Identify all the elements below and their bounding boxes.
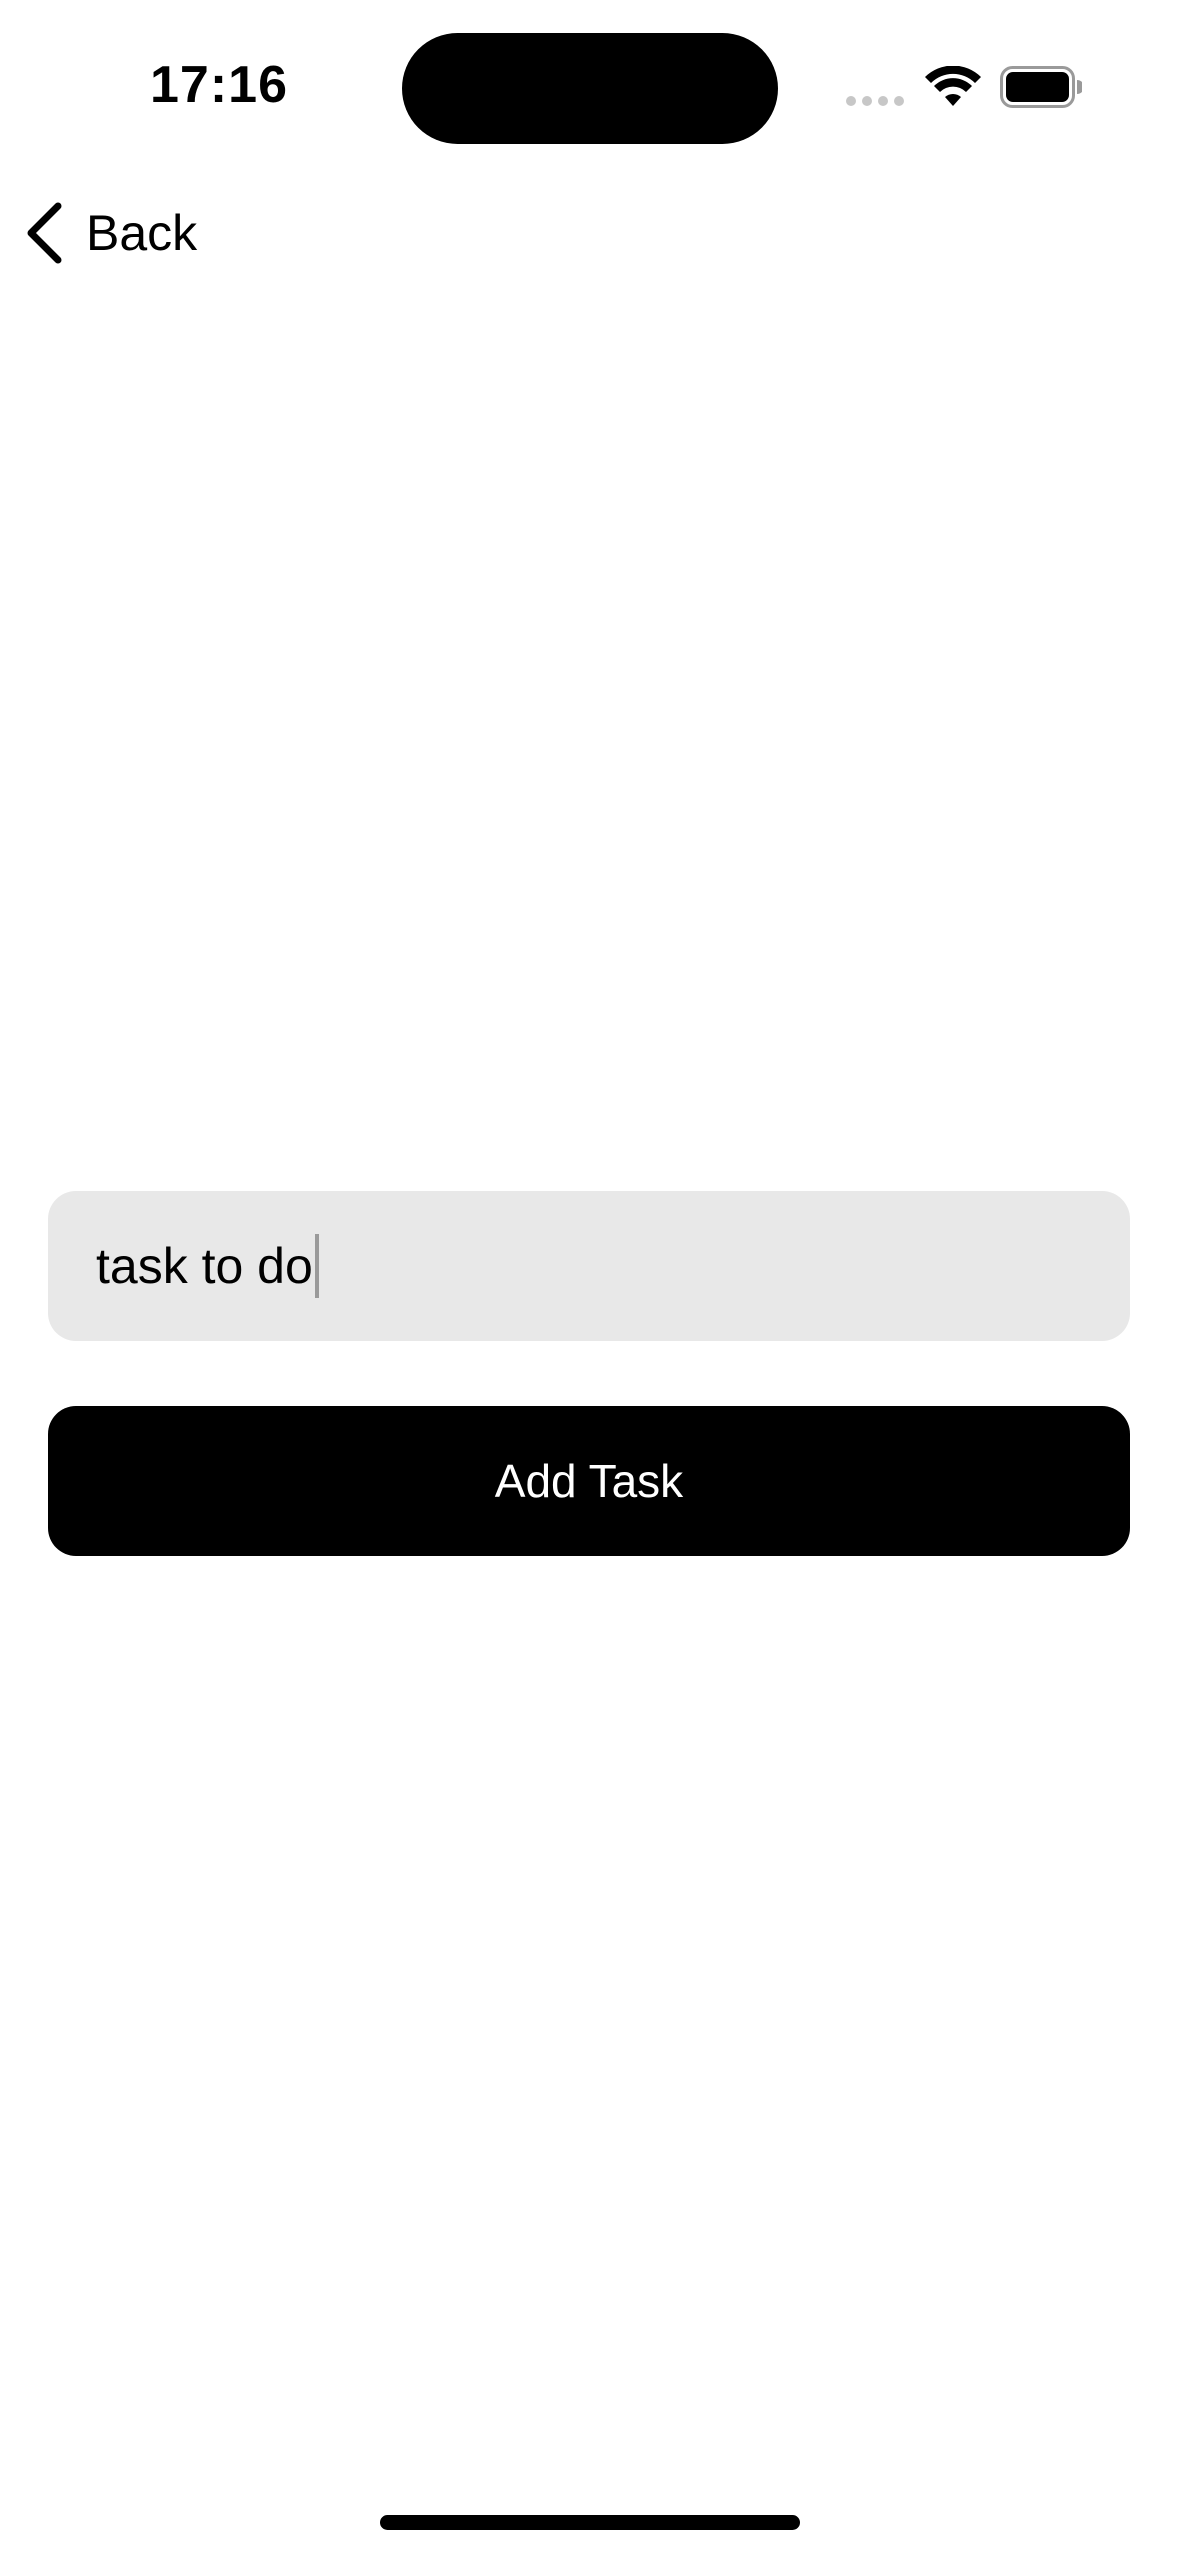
add-task-button[interactable]: Add Task [48, 1406, 1130, 1556]
add-task-label: Add Task [494, 1455, 684, 1507]
text-caret [314, 1234, 319, 1298]
back-label: Back [86, 205, 198, 261]
wifi-icon [925, 66, 981, 106]
task-input-value: task to do [96, 1238, 313, 1294]
task-input[interactable]: task to do [48, 1191, 1130, 1341]
dynamic-island [402, 33, 778, 144]
back-button[interactable]: Back [22, 198, 197, 268]
home-indicator[interactable] [380, 2515, 800, 2530]
status-bar: 17:16 [0, 0, 1179, 180]
cellular-signal-icon [846, 96, 904, 106]
battery-icon [1000, 66, 1082, 108]
chevron-left-icon [27, 202, 62, 264]
navigation-bar: Back [0, 180, 1179, 280]
status-time: 17:16 [150, 56, 288, 114]
